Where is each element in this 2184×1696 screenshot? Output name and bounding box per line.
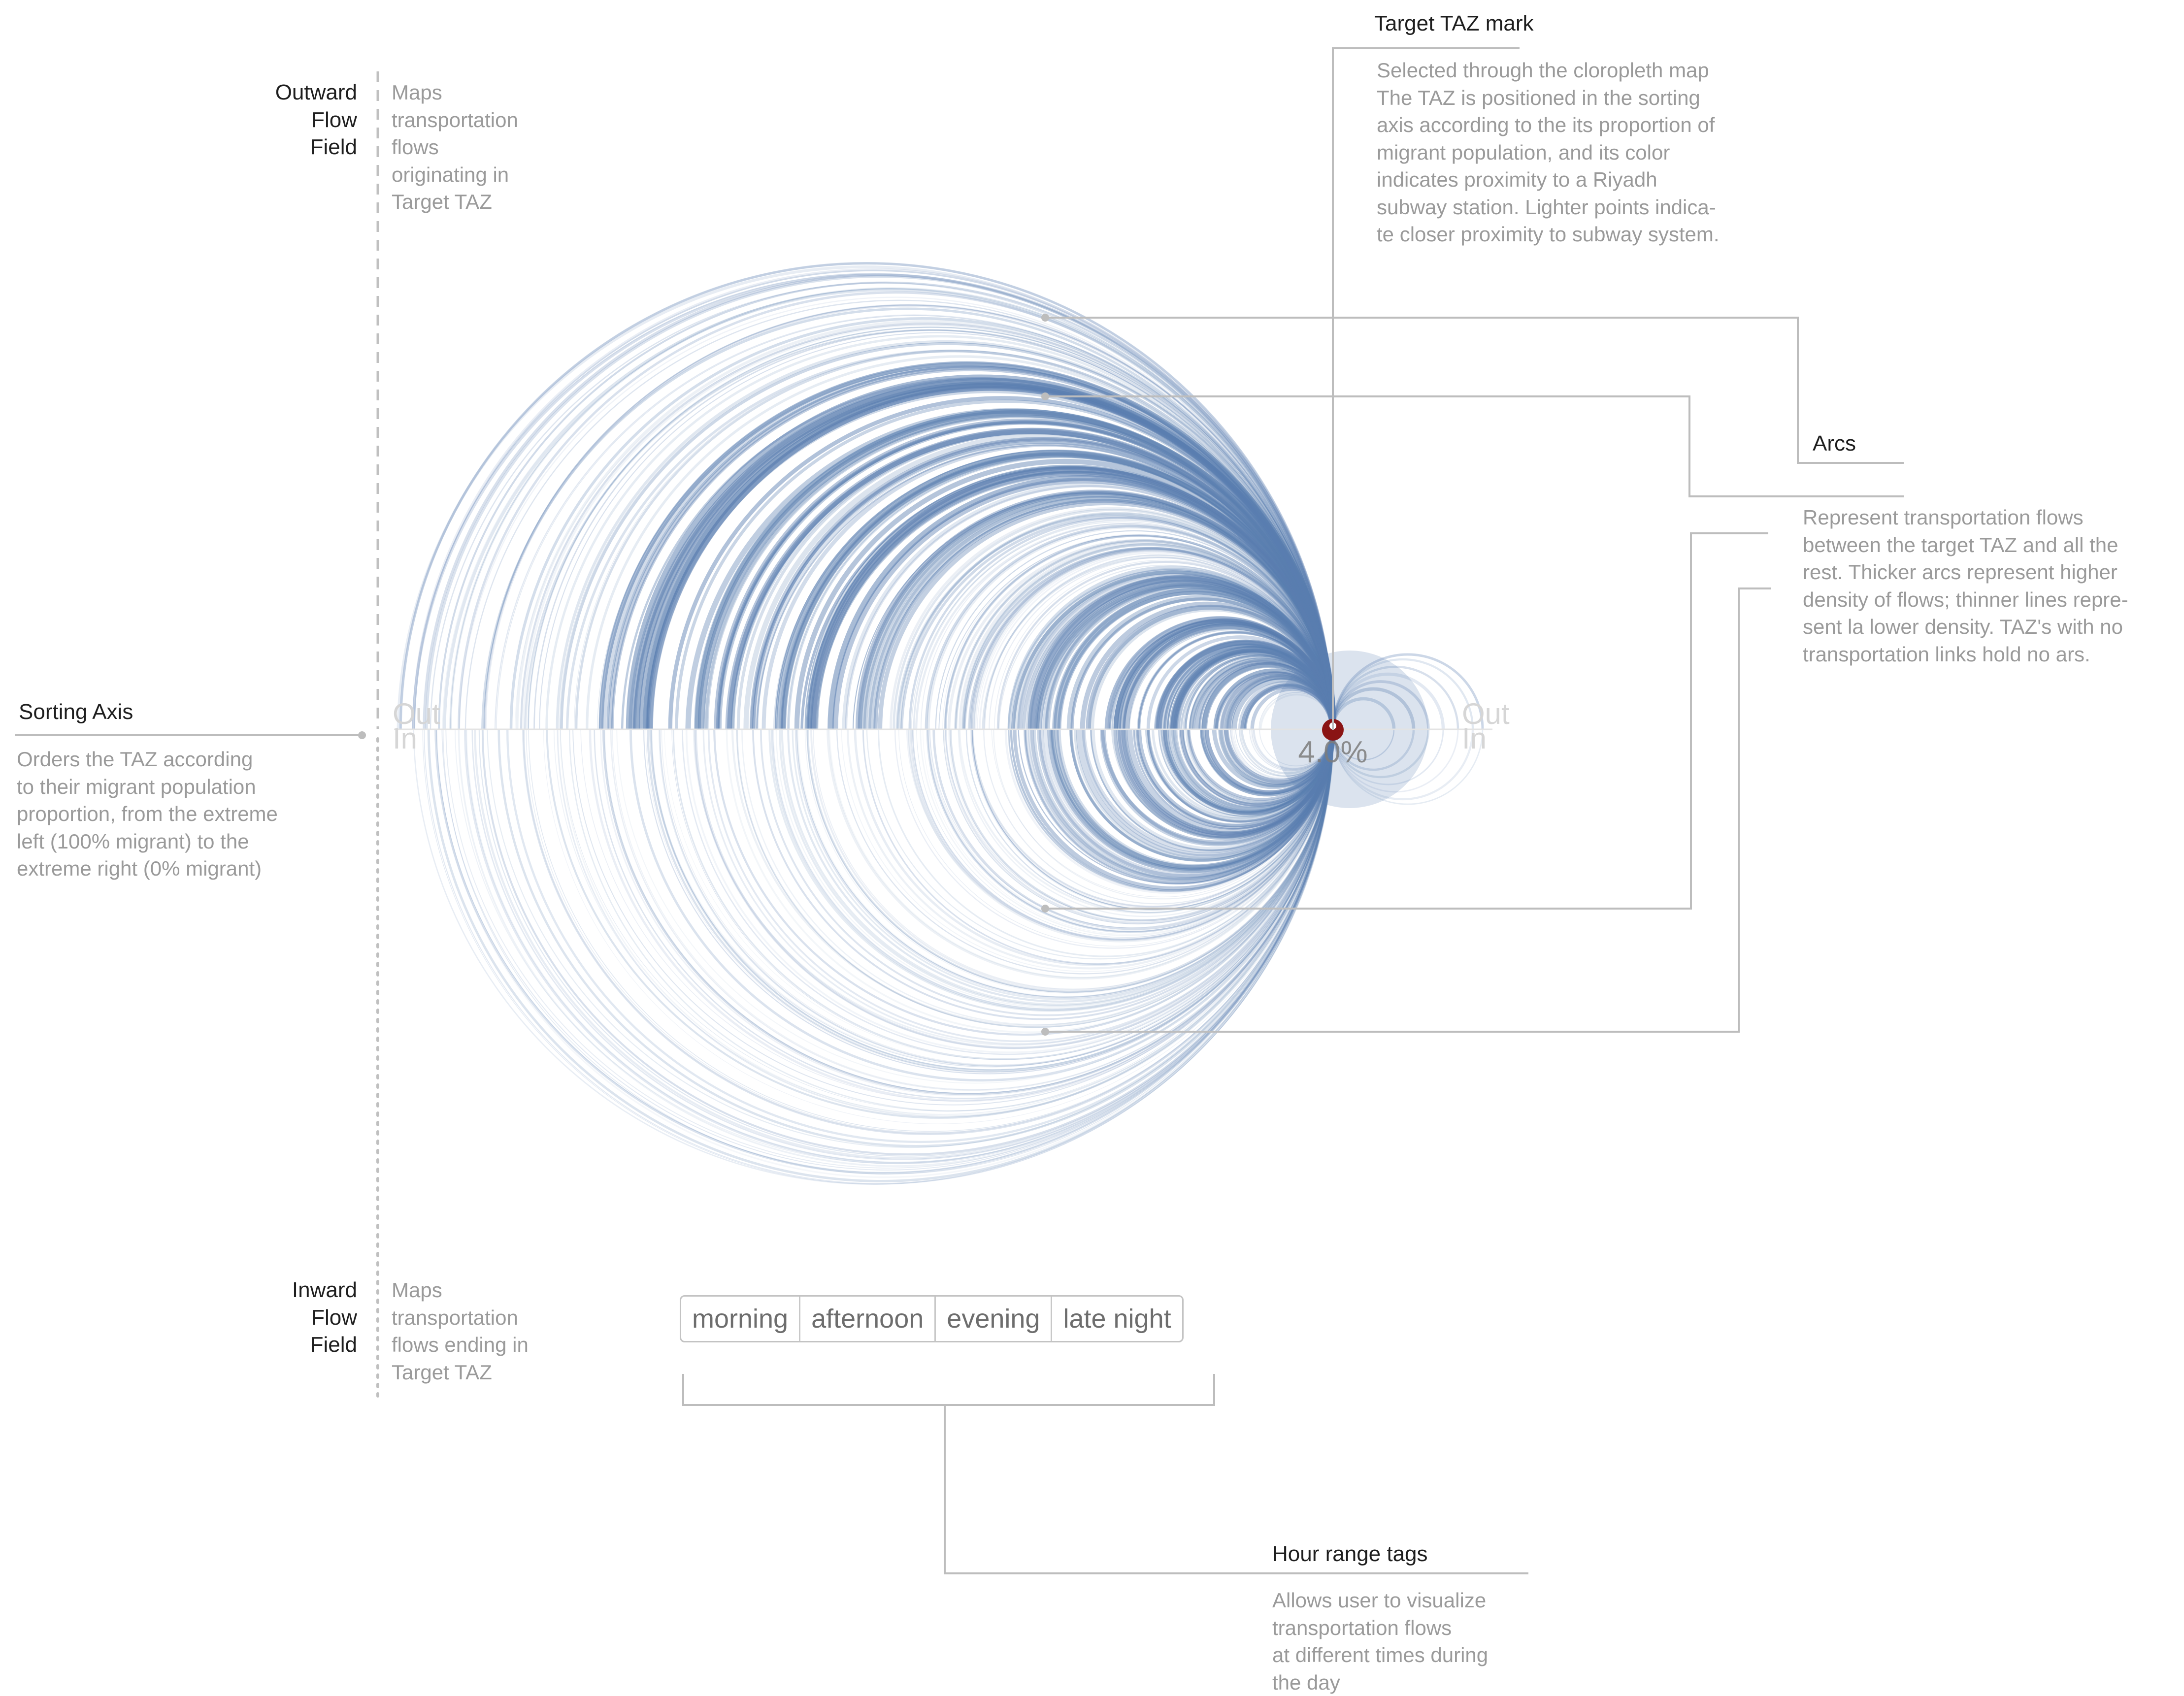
arcs-leader-dot-4 [1041, 1028, 1049, 1036]
outward-arcs[interactable] [397, 262, 1336, 730]
tag-afternoon[interactable]: afternoon [800, 1297, 936, 1341]
arcs-description: Represent transportation flows between t… [1803, 506, 2128, 666]
hour-tags-leader [944, 1405, 1528, 1574]
inward-field-description: Maps transportation flows ending in Targ… [392, 1278, 529, 1384]
outward-field-description: Maps transportation flows originating in… [392, 81, 518, 213]
arcs-leader-dot-2 [1041, 392, 1049, 400]
target-taz-description: Selected through the cloropleth map The … [1377, 59, 1720, 246]
sorting-axis-description: Orders the TAZ according to their migran… [17, 748, 278, 880]
axis-right-in-label: In [1462, 722, 1487, 755]
tag-morning[interactable]: morning [681, 1297, 801, 1341]
arcs-leader-dot-1 [1041, 314, 1049, 322]
axis-left-in-label: In [393, 722, 417, 755]
hour-range-tags: morning afternoon evening late night [680, 1295, 1184, 1342]
tag-late-night[interactable]: late night [1052, 1297, 1182, 1341]
sorting-axis-leader-dot [358, 731, 366, 739]
hour-tags-title: Hour range tags [1272, 1542, 1428, 1566]
hour-tags-bracket [682, 1374, 1215, 1406]
tag-evening[interactable]: evening [936, 1297, 1053, 1341]
hour-tags-description: Allows user to visualize transportation … [1272, 1589, 1489, 1694]
inward-field-title: Inward Flow Field [292, 1278, 357, 1357]
sorting-axis-title: Sorting Axis [19, 700, 133, 724]
outward-field-title: Outward Flow Field [275, 80, 357, 159]
arcs-title: Arcs [1813, 431, 1856, 456]
arcs-leader-dot-3 [1041, 905, 1049, 913]
inward-arcs[interactable] [413, 729, 1336, 1185]
target-taz-title: Target TAZ mark [1374, 11, 1534, 35]
